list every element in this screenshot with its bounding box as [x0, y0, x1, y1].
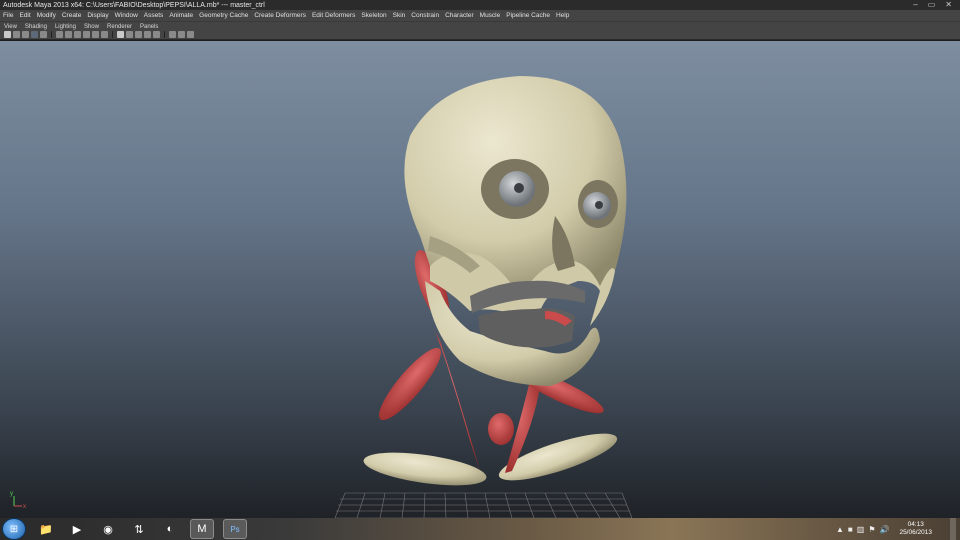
smooth-shade-icon[interactable]: [126, 31, 133, 38]
volume-icon[interactable]: 🔊: [879, 525, 889, 534]
viewport-3d[interactable]: y x: [0, 41, 960, 518]
tray-expand-icon[interactable]: ▲: [836, 525, 844, 534]
tray-app-icon[interactable]: ■: [848, 525, 853, 534]
show-desktop-button[interactable]: [950, 518, 956, 540]
firefox-icon[interactable]: ◐: [159, 520, 181, 538]
media-player-icon[interactable]: ▶: [66, 520, 88, 538]
xray-icon[interactable]: [169, 31, 176, 38]
close-button[interactable]: ✕: [945, 0, 952, 10]
main-menu-bar: File Edit Modify Create Display Window A…: [0, 10, 960, 21]
camera-attributes-icon[interactable]: [13, 31, 20, 38]
menu-edit-deformers[interactable]: Edit Deformers: [309, 12, 358, 19]
menu-skin[interactable]: Skin: [390, 12, 409, 19]
grid-toggle-icon[interactable]: [40, 31, 47, 38]
system-clock[interactable]: 04:13 25/06/2013: [899, 521, 932, 537]
panel-menu-lighting[interactable]: Lighting: [51, 24, 80, 30]
high-quality-icon[interactable]: [187, 31, 194, 38]
transfer-icon[interactable]: ⇅: [128, 520, 150, 538]
field-chart-icon[interactable]: [83, 31, 90, 38]
menu-display[interactable]: Display: [84, 12, 111, 19]
clock-date: 25/06/2013: [899, 529, 932, 536]
lights-icon[interactable]: [153, 31, 160, 38]
maya-icon[interactable]: M: [190, 519, 214, 539]
windows-start-icon[interactable]: ⊞: [2, 518, 26, 540]
isolate-select-icon[interactable]: [178, 31, 185, 38]
menu-create-deformers[interactable]: Create Deformers: [251, 12, 309, 19]
panel-menu-shading[interactable]: Shading: [21, 24, 51, 30]
menu-geometry-cache[interactable]: Geometry Cache: [196, 12, 251, 19]
menu-help[interactable]: Help: [553, 12, 572, 19]
left-shoulder-muscle[interactable]: [371, 341, 449, 427]
axis-indicator: y x: [10, 491, 26, 510]
menu-window[interactable]: Window: [112, 12, 141, 19]
menu-character[interactable]: Character: [442, 12, 477, 19]
menu-pipeline-cache[interactable]: Pipeline Cache: [503, 12, 553, 19]
menu-muscle[interactable]: Muscle: [477, 12, 504, 19]
camera-select-icon[interactable]: [4, 31, 11, 38]
menu-skeleton[interactable]: Skeleton: [358, 12, 389, 19]
title-bar: Autodesk Maya 2013 x64: C:\Users\FABIO\D…: [0, 0, 960, 10]
menu-create[interactable]: Create: [59, 12, 85, 19]
minimize-button[interactable]: ‒: [913, 0, 917, 10]
safe-title-icon[interactable]: [101, 31, 108, 38]
axis-y-label: y: [10, 491, 13, 497]
scene-render: y x: [10, 76, 633, 518]
wireframe-on-shaded-icon[interactable]: [135, 31, 142, 38]
panel-menu-renderer[interactable]: Renderer: [103, 24, 136, 30]
window-controls: ‒ ▭ ✕: [913, 0, 958, 10]
toolbar-divider: [164, 31, 165, 38]
throat-muscle[interactable]: [488, 413, 514, 445]
right-pupil: [595, 201, 603, 209]
tray-network-icon[interactable]: ▥: [857, 525, 865, 534]
film-gate-icon[interactable]: [56, 31, 63, 38]
menu-edit[interactable]: Edit: [16, 12, 33, 19]
maximize-button[interactable]: ▭: [928, 0, 936, 10]
menu-constrain[interactable]: Constrain: [408, 12, 442, 19]
windows-taskbar: ⊞ 📁 ▶ ◉ ⇅ ◐ M Ps ▲ ■ ▥ ⚑ 🔊 04:13 25/06/2…: [0, 518, 960, 540]
toolbar-divider: [51, 31, 52, 38]
explorer-icon[interactable]: 📁: [35, 520, 57, 538]
left-clavicle-bone[interactable]: [362, 447, 489, 492]
gate-mask-icon[interactable]: [74, 31, 81, 38]
ground-grid: [334, 492, 633, 518]
panel-menu-view[interactable]: View: [0, 24, 21, 30]
toolbar-divider: [112, 31, 113, 38]
menu-modify[interactable]: Modify: [34, 12, 59, 19]
clock-time: 04:13: [907, 521, 924, 528]
textured-icon[interactable]: [144, 31, 151, 38]
axis-x-label: x: [23, 504, 26, 510]
photoshop-icon[interactable]: Ps: [223, 519, 247, 539]
safe-action-icon[interactable]: [92, 31, 99, 38]
menu-file[interactable]: File: [0, 12, 16, 19]
menu-assets[interactable]: Assets: [141, 12, 167, 19]
panel-toolbar: [0, 30, 960, 40]
bookmark-icon[interactable]: [22, 31, 29, 38]
chrome-icon[interactable]: ◉: [97, 520, 119, 538]
panel-menu-show[interactable]: Show: [80, 24, 103, 30]
left-pupil: [514, 183, 524, 193]
menu-animate[interactable]: Animate: [166, 12, 196, 19]
image-plane-icon[interactable]: [31, 31, 38, 38]
window-title: Autodesk Maya 2013 x64: C:\Users\FABIO\D…: [3, 1, 265, 9]
system-tray: ▲ ■ ▥ ⚑ 🔊 04:13 25/06/2013: [836, 518, 960, 540]
wireframe-icon[interactable]: [117, 31, 124, 38]
tray-flag-icon[interactable]: ⚑: [868, 525, 875, 534]
panel-menu-panels[interactable]: Panels: [136, 24, 162, 30]
resolution-gate-icon[interactable]: [65, 31, 72, 38]
